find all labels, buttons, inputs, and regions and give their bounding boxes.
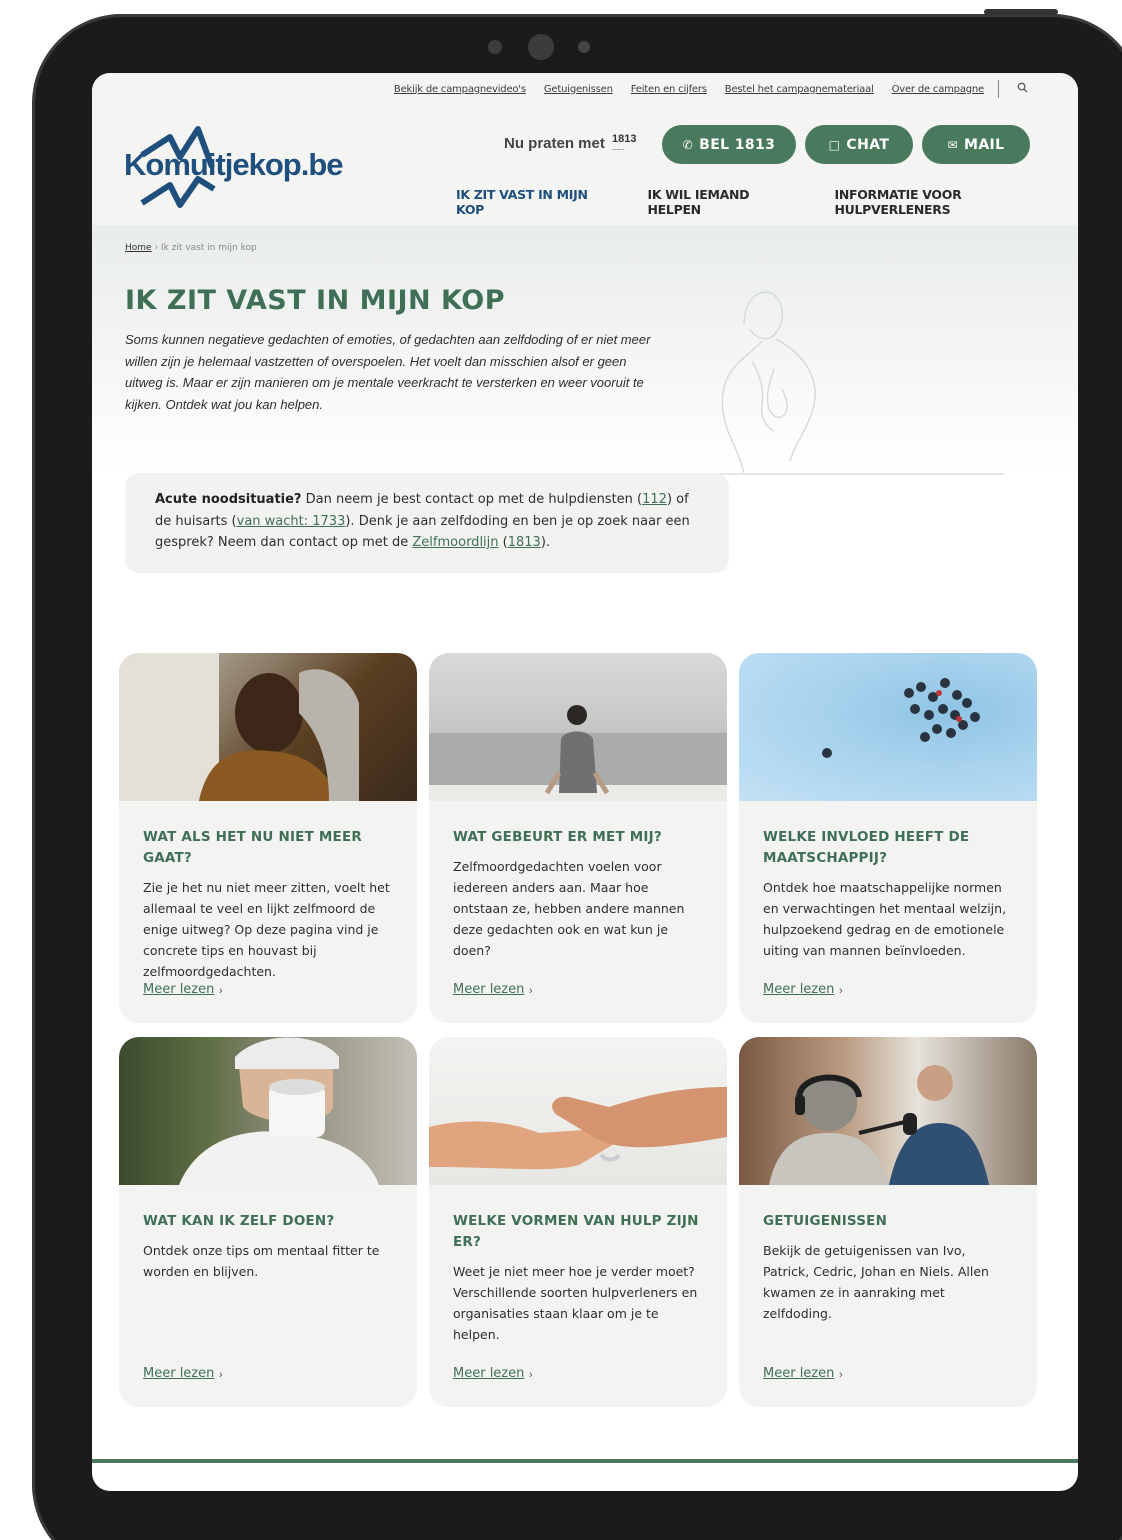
camera-dot-right bbox=[578, 41, 590, 53]
footer-divider bbox=[92, 1459, 1078, 1463]
nav-item-stuck[interactable]: IK ZIT VAST IN MIJN KOP bbox=[456, 187, 618, 217]
card-text: Zie je het nu niet meer zitten, voelt he… bbox=[143, 880, 390, 979]
card-title: Welke invloed heeft de maatschappij? bbox=[763, 829, 970, 866]
card-forms-of-help[interactable]: Welke vormen van hulp zijn er? Weet je n… bbox=[429, 1037, 727, 1407]
card-text: Ontdek onze tips om mentaal fitter te wo… bbox=[143, 1243, 380, 1279]
emergency-notice: Acute noodsituatie? Dan neem je best con… bbox=[125, 473, 729, 573]
chat-bubble-icon: □ bbox=[828, 137, 841, 152]
camera-lens bbox=[528, 34, 554, 60]
logo-text[interactable]: Komuitjekop.be bbox=[124, 147, 344, 183]
chevron-right-icon: › bbox=[219, 985, 223, 997]
card-title: Getuigenissen bbox=[763, 1213, 888, 1229]
link-112[interactable]: 112 bbox=[642, 492, 667, 507]
main-nav: IK ZIT VAST IN MIJN KOP IK WIL IEMAND HE… bbox=[456, 187, 1078, 217]
card-text: Weet je niet meer hoe je verder moet? Ve… bbox=[453, 1264, 698, 1342]
browser-screen: Bekijk de campagnevideo's Getuigenissen … bbox=[92, 73, 1078, 1491]
emergency-notice-heading: Acute noodsituatie? bbox=[155, 492, 302, 507]
emergency-text-1: Dan neem je best contact op met de hulpd… bbox=[301, 492, 643, 507]
hero-section: Home › Ik zit vast in mijn kop Ik zit va… bbox=[92, 225, 1078, 475]
read-more-link[interactable]: Meer lezen bbox=[763, 1366, 834, 1381]
card-image-handshake bbox=[429, 1037, 727, 1185]
chevron-right-icon: › bbox=[529, 1369, 533, 1381]
read-more-link[interactable]: Meer lezen bbox=[453, 1366, 524, 1381]
tablet-power-button bbox=[984, 9, 1058, 15]
card-text: Bekijk de getuigenissen van Ivo, Patrick… bbox=[763, 1243, 989, 1321]
card-society-influence[interactable]: Welke invloed heeft de maatschappij? Ont… bbox=[739, 653, 1037, 1023]
breadcrumb: Home › Ik zit vast in mijn kop bbox=[125, 243, 257, 253]
utility-divider bbox=[998, 80, 999, 98]
read-more-link[interactable]: Meer lezen bbox=[143, 982, 214, 997]
chevron-right-icon: › bbox=[529, 985, 533, 997]
chevron-right-icon: › bbox=[839, 985, 843, 997]
link-zelfmoordlijn[interactable]: Zelfmoordlijn bbox=[412, 535, 498, 550]
utility-link-about[interactable]: Over de campagne bbox=[892, 84, 985, 95]
call-button[interactable]: ✆ BEL 1813 bbox=[662, 125, 796, 164]
link-1813[interactable]: 1813 bbox=[508, 535, 541, 550]
page-title: Ik zit vast in mijn kop bbox=[125, 285, 505, 316]
camera-dot-left bbox=[488, 40, 502, 54]
card-title: Wat gebeurt er met mij? bbox=[453, 829, 662, 845]
breadcrumb-current: Ik zit vast in mijn kop bbox=[160, 243, 257, 253]
utility-link-videos[interactable]: Bekijk de campagnevideo's bbox=[394, 84, 526, 95]
utility-link-facts[interactable]: Feiten en cijfers bbox=[631, 84, 707, 95]
card-image-man-at-sea bbox=[429, 653, 727, 801]
phone-icon: ✆ bbox=[682, 137, 694, 152]
card-title: Wat als het nu niet meer gaat? bbox=[143, 829, 362, 866]
card-title: Welke vormen van hulp zijn er? bbox=[453, 1213, 699, 1250]
nav-item-help-someone[interactable]: IK WIL IEMAND HELPEN bbox=[648, 187, 805, 217]
emergency-text-4: ( bbox=[498, 535, 508, 550]
nav-item-professionals[interactable]: INFORMATIE VOOR HULPVERLENERS bbox=[834, 187, 1078, 217]
card-image-crowd-from-above bbox=[739, 653, 1037, 801]
read-more-link[interactable]: Meer lezen bbox=[763, 982, 834, 997]
utility-link-order[interactable]: Bestel het campagnemateriaal bbox=[725, 84, 874, 95]
card-not-going-anymore[interactable]: Wat als het nu niet meer gaat? Zie je he… bbox=[119, 653, 417, 1023]
card-text: Zelfmoordgedachten voelen voor iedereen … bbox=[453, 859, 685, 958]
card-what-happens[interactable]: Wat gebeurt er met mij? Zelfmoordgedacht… bbox=[429, 653, 727, 1023]
read-more-link[interactable]: Meer lezen bbox=[143, 1366, 214, 1381]
emergency-text-5: ). bbox=[540, 535, 551, 550]
card-image-podcast-recording bbox=[739, 1037, 1037, 1185]
search-icon[interactable] bbox=[1017, 82, 1028, 96]
page-intro: Soms kunnen negatieve gedachten of emoti… bbox=[125, 332, 651, 412]
card-title: Wat kan ik zelf doen? bbox=[143, 1213, 335, 1229]
breadcrumb-home[interactable]: Home bbox=[125, 243, 152, 253]
card-image-man-drinking-coffee bbox=[119, 1037, 417, 1185]
read-more-link[interactable]: Meer lezen bbox=[453, 982, 524, 997]
chat-button[interactable]: □ CHAT bbox=[805, 125, 913, 164]
utility-link-testimonials[interactable]: Getuigenissen bbox=[544, 84, 613, 95]
zelfmoordlijn-logo: 1813 ~~~ bbox=[612, 133, 637, 154]
link-huisarts[interactable]: van wacht: 1733 bbox=[237, 514, 346, 529]
card-text: Ontdek hoe maatschappelijke normen en ve… bbox=[763, 880, 1007, 958]
card-testimonials[interactable]: Getuigenissen Bekijk de getuigenissen va… bbox=[739, 1037, 1037, 1407]
site-header: Komuitjekop.be Nu praten met 1813 ~~~ ✆ … bbox=[92, 105, 1078, 225]
chevron-right-icon: › bbox=[219, 1369, 223, 1381]
line-drawing-man-illustration bbox=[714, 291, 1004, 475]
mail-icon: ✉ bbox=[947, 137, 958, 152]
mail-button[interactable]: ✉ MAIL bbox=[922, 125, 1030, 164]
utility-bar: Bekijk de campagnevideo's Getuigenissen … bbox=[92, 73, 1078, 105]
topic-cards-grid: Wat als het nu niet meer gaat? Zie je he… bbox=[119, 653, 1037, 1407]
card-what-can-i-do[interactable]: Wat kan ik zelf doen? Ontdek onze tips o… bbox=[119, 1037, 417, 1407]
nu-praten-label: Nu praten met bbox=[504, 135, 605, 152]
chevron-right-icon: › bbox=[839, 1369, 843, 1381]
card-image-distressed-man bbox=[119, 653, 417, 801]
